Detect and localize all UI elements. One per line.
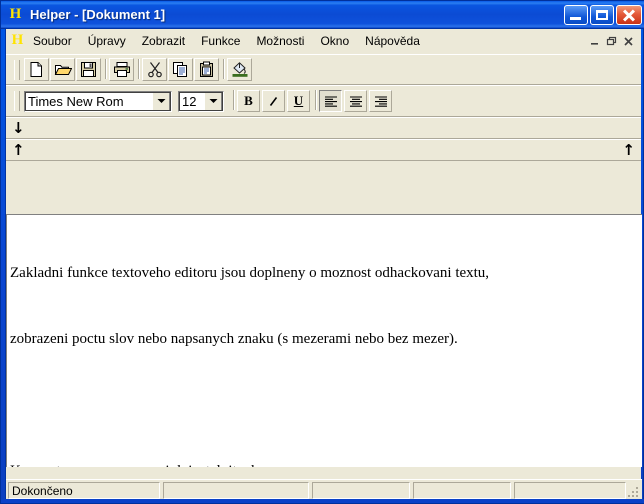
font-family-value: Times New Rom (28, 93, 124, 109)
font-family-combo[interactable]: Times New Rom (24, 90, 172, 112)
minimize-button[interactable] (564, 4, 588, 25)
window-controls (564, 4, 644, 25)
copy-button[interactable] (168, 58, 193, 81)
italic-button[interactable] (262, 90, 285, 112)
editor-line: K samotnemu programu si doinstalujte dve… (10, 460, 638, 467)
cut-button[interactable] (142, 58, 167, 81)
document-editor-area[interactable]: Zakladni funkce textoveho editoru jsou d… (6, 214, 642, 467)
align-center-button[interactable] (344, 90, 367, 112)
window-title: Helper - [Dokument 1] (30, 7, 166, 22)
app-logo-icon: H (8, 5, 23, 23)
italic-icon (269, 96, 278, 106)
toolbar-separator-1 (102, 58, 109, 81)
font-size-value: 12 (182, 93, 197, 109)
mdi-minimize-button[interactable] (586, 34, 603, 49)
underline-button[interactable]: U (287, 90, 310, 112)
menu-item-napoveda[interactable]: Nápověda (357, 31, 428, 51)
toolbar-separator-2 (135, 58, 142, 81)
fill-color-button[interactable] (227, 58, 252, 81)
status-panel-2 (163, 482, 309, 499)
formatting-toolbar: Times New Rom 12 B U (6, 85, 641, 117)
chevron-down-icon[interactable] (204, 91, 222, 111)
status-panel-message: Dokončeno (8, 482, 160, 499)
font-size-combo[interactable]: 12 (178, 90, 224, 112)
editor-line: zobrazeni poctu slov nebo napsanych znak… (10, 331, 458, 347)
menu-bar: H Soubor Úpravy Zobrazit Funkce Možnosti… (6, 29, 641, 54)
menu-item-okno[interactable]: Okno (312, 31, 357, 51)
status-panel-3 (312, 482, 410, 499)
align-right-icon (374, 95, 387, 107)
paint-bucket-icon (232, 62, 247, 77)
editor-line: Zakladni funkce textoveho editoru jsou d… (10, 265, 490, 281)
open-folder-icon (54, 65, 72, 75)
toolbar-grip[interactable] (14, 59, 20, 80)
menu-item-zobrazit[interactable]: Zobrazit (134, 31, 193, 51)
printer-icon (113, 62, 130, 77)
mdi-close-button[interactable] (620, 34, 637, 49)
maximize-button[interactable] (590, 4, 614, 25)
new-file-icon (30, 62, 42, 77)
chevron-down-icon[interactable] (152, 91, 170, 111)
mdi-logo-letter: H (11, 32, 24, 48)
mdi-document-icon[interactable]: H (10, 33, 25, 49)
scroll-down-bar[interactable]: ↓ (6, 117, 641, 139)
open-document-button[interactable] (50, 58, 75, 81)
paste-button[interactable] (194, 58, 219, 81)
menu-item-moznosti[interactable]: Možnosti (248, 31, 312, 51)
save-document-button[interactable] (76, 58, 101, 81)
arrow-down-icon[interactable]: ↓ (12, 120, 25, 136)
toolbar-separator-3 (220, 58, 227, 81)
align-left-icon (324, 95, 337, 107)
arrow-up-icon-left[interactable]: ↑ (12, 142, 25, 158)
mdi-window-controls (586, 34, 641, 49)
copy-pages-icon (173, 62, 187, 77)
scissors-icon (147, 62, 162, 78)
menu-item-funkce[interactable]: Funkce (193, 31, 248, 51)
status-panel-4 (413, 482, 511, 499)
align-left-button[interactable] (319, 90, 342, 112)
application-window: H Helper - [Dokument 1] H Soubor Úpravy … (0, 0, 644, 504)
title-bar[interactable]: H Helper - [Dokument 1] (1, 1, 644, 29)
align-right-button[interactable] (369, 90, 392, 112)
arrow-up-icon-right[interactable]: ↑ (622, 142, 635, 158)
status-panel-5 (514, 482, 626, 499)
scroll-up-bar[interactable]: ↑ ↑ (6, 139, 641, 161)
menu-item-upravy[interactable]: Úpravy (80, 31, 134, 51)
menu-item-soubor[interactable]: Soubor (25, 31, 80, 51)
app-logo-letter: H (9, 5, 22, 22)
bold-button[interactable]: B (237, 90, 260, 112)
new-document-button[interactable] (24, 58, 49, 81)
document-text[interactable]: Zakladni funkce textoveho editoru jsou d… (7, 215, 642, 467)
format-separator-1 (230, 90, 237, 112)
resize-grip[interactable] (626, 485, 640, 499)
close-button[interactable] (616, 4, 642, 25)
print-button[interactable] (109, 58, 134, 81)
format-separator-2 (312, 90, 319, 112)
status-bar: Dokončeno (6, 479, 642, 501)
main-toolbar (6, 54, 641, 85)
client-area: H Soubor Úpravy Zobrazit Funkce Možnosti… (5, 29, 642, 501)
editor-line-blank (10, 394, 638, 416)
window-bottom-border (1, 499, 644, 503)
floppy-disk-icon (81, 62, 96, 77)
mdi-restore-button[interactable] (603, 34, 620, 49)
format-toolbar-grip[interactable] (14, 91, 20, 111)
clipboard-icon (200, 61, 213, 77)
align-center-icon (349, 95, 362, 107)
